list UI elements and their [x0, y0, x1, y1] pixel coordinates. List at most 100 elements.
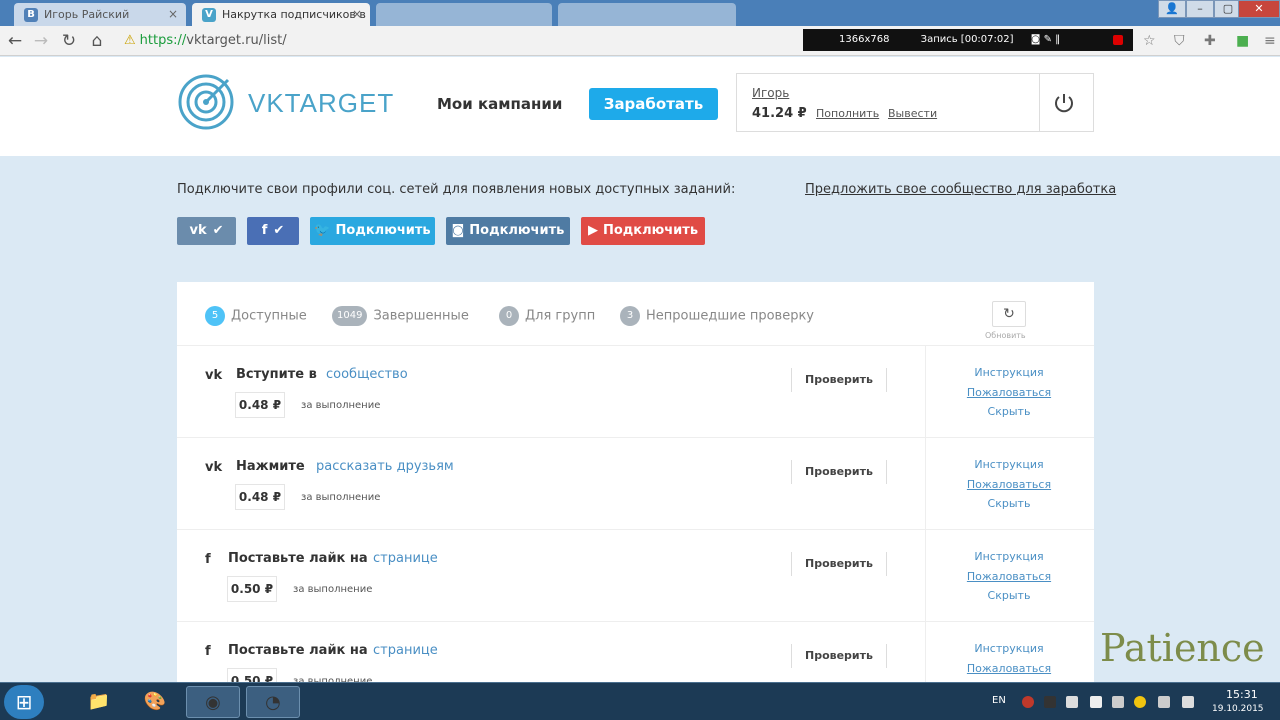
complain-link[interactable]: Пожаловаться	[947, 478, 1071, 491]
vk-favicon-icon: В	[24, 8, 38, 22]
target-logo-icon[interactable]	[178, 74, 234, 130]
nav-my-campaigns[interactable]: Мои кампании	[437, 95, 562, 113]
norton-icon[interactable]	[1134, 696, 1146, 708]
suggest-community-link[interactable]: Предложить свое сообщество для заработка	[805, 182, 1116, 197]
task-price-note: за выполнение	[293, 584, 373, 595]
browser-tab-2[interactable]: V Накрутка подписчиков в ×	[192, 3, 370, 26]
warning-lock-icon: ⚠	[124, 33, 136, 48]
forward-arrow-icon[interactable]: →	[30, 30, 52, 52]
earn-button[interactable]: Заработать	[589, 88, 718, 120]
browser-tab-1[interactable]: В Игорь Райский ×	[14, 3, 186, 26]
network-icon[interactable]	[1112, 696, 1124, 708]
menu-icon[interactable]: ≡	[1264, 33, 1276, 49]
tab-available[interactable]: 5 Доступные	[205, 306, 307, 326]
tab-completed[interactable]: 1049 Завершенные	[332, 306, 469, 326]
task-filter-tabs: 5 Доступные 1049 Завершенные 0 Для групп 3Н…	[177, 282, 1094, 346]
task-target-link[interactable]: сообщество	[326, 367, 408, 382]
app-tray-icon[interactable]	[1044, 696, 1056, 708]
url-scheme: https://	[139, 33, 187, 48]
power-icon[interactable]	[1052, 91, 1076, 115]
complain-link[interactable]: Пожаловаться	[947, 662, 1071, 675]
start-button[interactable]: ⊞	[4, 685, 44, 719]
task-target-link[interactable]: странице	[373, 551, 438, 566]
windows-logo-icon: ⊞	[15, 690, 33, 714]
explorer-folder-icon[interactable]: 📁	[72, 686, 126, 718]
instagram-connect-button[interactable]: ◙ Подключить	[446, 217, 570, 245]
extension-puzzle-icon[interactable]: ✚	[1204, 33, 1216, 49]
hide-link[interactable]: Скрыть	[947, 589, 1071, 602]
complain-link[interactable]: Пожаловаться	[947, 570, 1071, 583]
pocket-icon[interactable]: ⛉	[1174, 33, 1185, 49]
task-target-link[interactable]: странице	[373, 643, 438, 658]
instruction-link[interactable]: Инструкция	[947, 642, 1071, 655]
browser-tab-4[interactable]	[558, 3, 736, 26]
facebook-icon: f	[205, 552, 211, 567]
monitor-icon[interactable]	[1158, 696, 1170, 708]
refresh-button[interactable]: ↻	[992, 301, 1026, 327]
close-tab-icon[interactable]: ×	[168, 7, 178, 21]
flag-icon[interactable]	[1090, 696, 1102, 708]
browser-tab-3[interactable]	[376, 3, 552, 26]
complain-link[interactable]: Пожаловаться	[947, 386, 1071, 399]
window-tray-icon[interactable]	[1066, 696, 1078, 708]
check-button[interactable]: Проверить	[791, 552, 887, 576]
task-price-note: за выполнение	[301, 400, 381, 411]
chrome-icon[interactable]: ◉	[186, 686, 240, 718]
topup-link[interactable]: Пополнить	[816, 107, 879, 120]
check-icon: ✔	[273, 223, 285, 238]
tab-for-groups[interactable]: 0 Для групп	[499, 306, 595, 326]
twitter-connect-button[interactable]: 🐦 Подключить	[310, 217, 435, 245]
address-bar[interactable]: ⚠ https://vktarget.ru/list/	[114, 29, 800, 53]
facebook-connected-button[interactable]: f ✔	[247, 217, 299, 245]
clock-date[interactable]: 19.10.2015	[1212, 704, 1264, 714]
tab-label: Накрутка подписчиков в	[222, 8, 366, 21]
recorder-app-icon[interactable]: ◔	[246, 686, 300, 718]
minimize-window-button[interactable]: –	[1186, 0, 1214, 18]
screen-recorder-bar: 1366x768 Запись [00:07:02] ◙ ✎ ‖	[803, 29, 1133, 51]
reload-icon[interactable]: ↻	[58, 30, 80, 52]
count-badge: 3	[620, 306, 640, 326]
task-target-link[interactable]: рассказать друзьям	[316, 459, 454, 474]
hide-link[interactable]: Скрыть	[947, 405, 1071, 418]
volume-icon[interactable]	[1182, 696, 1194, 708]
check-button[interactable]: Проверить	[791, 368, 887, 392]
check-button[interactable]: Проверить	[791, 644, 887, 668]
refresh-label: Обновить	[985, 331, 1026, 340]
withdraw-link[interactable]: Вывести	[888, 107, 937, 120]
instruction-link[interactable]: Инструкция	[947, 550, 1071, 563]
browser-toolbar: ← → ↻ ⌂ ⚠ https://vktarget.ru/list/ 1366x…	[0, 26, 1280, 56]
task-title: Вступите в	[236, 367, 317, 382]
instruction-link[interactable]: Инструкция	[947, 458, 1071, 471]
tab-label: Непрошедшие проверку	[646, 308, 814, 324]
close-window-button[interactable]: ✕	[1238, 0, 1280, 18]
user-profile-icon[interactable]: 👤	[1158, 0, 1186, 18]
back-arrow-icon[interactable]: ←	[4, 30, 26, 52]
account-name[interactable]: Игорь	[752, 86, 789, 100]
tab-failed-check[interactable]: 3 Непрошедшие проверку	[620, 306, 814, 326]
close-tab-icon[interactable]: ×	[352, 7, 362, 21]
vk-icon: vk	[205, 368, 223, 383]
task-price-note: за выполнение	[301, 492, 381, 503]
instruction-link[interactable]: Инструкция	[947, 366, 1071, 379]
refresh-icon: ↻	[1003, 306, 1015, 322]
button-label: Подключить	[602, 223, 699, 238]
tab-label: Доступные	[231, 308, 307, 324]
vk-connected-button[interactable]: vk ✔	[177, 217, 236, 245]
check-button[interactable]: Проверить	[791, 460, 887, 484]
youtube-connect-button[interactable]: ▶ Подключить	[581, 217, 705, 245]
recorder-status: Запись [00:07:02]	[920, 34, 1014, 45]
hide-link[interactable]: Скрыть	[947, 497, 1071, 510]
language-indicator[interactable]: EN	[992, 695, 1006, 706]
bookmark-star-icon[interactable]: ☆	[1143, 33, 1156, 49]
record-tray-icon[interactable]	[1022, 696, 1034, 708]
logo-text[interactable]: VKTARGET	[248, 88, 394, 119]
watermark-text: Patience	[1100, 626, 1265, 670]
twitter-icon: 🐦	[314, 223, 331, 238]
tasks-panel: 5 Доступные 1049 Завершенные 0 Для групп 3Н…	[177, 282, 1094, 714]
home-icon[interactable]: ⌂	[86, 30, 108, 52]
camera-icon[interactable]: ◙ ✎ ‖	[1031, 34, 1060, 45]
record-stop-icon[interactable]	[1113, 35, 1123, 45]
clock-time[interactable]: 15:31	[1226, 688, 1258, 701]
extension-badge-icon[interactable]: ■	[1236, 33, 1249, 49]
paint-icon[interactable]: 🎨	[128, 686, 182, 718]
